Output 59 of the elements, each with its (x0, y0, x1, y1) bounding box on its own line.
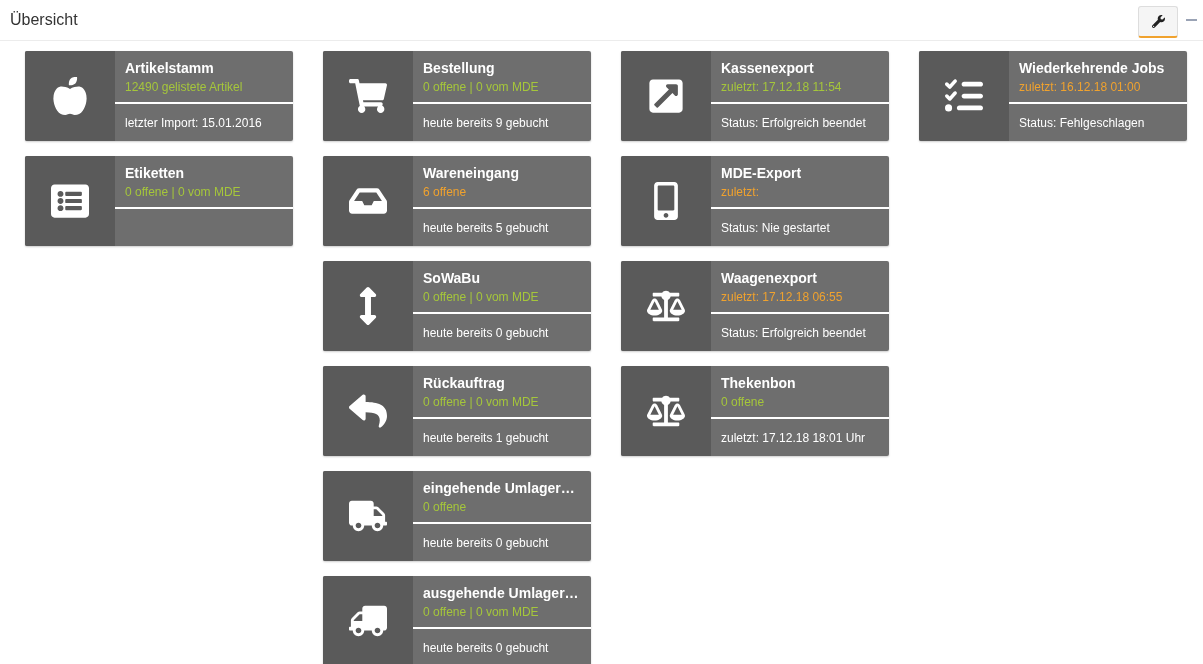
settings-button[interactable] (1138, 6, 1178, 38)
list-icon (51, 182, 89, 220)
tile-footer-text: Status: Erfolgreich beendet (721, 324, 866, 342)
tile[interactable]: Wiederkehrende Jobs zuletzt: 16.12.18 01:00 Status: Fehlgeschlagen (919, 51, 1187, 141)
tile-title: Rückauftrag (423, 374, 506, 393)
tile-status: 0 offene | 0 vom MDE (423, 79, 540, 96)
tile[interactable]: Kassenexport zuletzt: 17.12.18 11:54 Status: Erfolgreich beendet (621, 51, 889, 141)
tile-footer-text: heute bereits 0 gebucht (423, 639, 549, 657)
tile-status: zuletzt: 16.12.18 01:00 (1019, 79, 1142, 96)
tile-title: Wiederkehrende Jobs (1019, 59, 1166, 78)
tile-status: 0 offene | 0 vom MDE (423, 394, 540, 411)
tile-title: ausgehende Umlager… (423, 584, 580, 603)
tile-title: Etiketten (125, 164, 186, 183)
tile-title: Waagenexport (721, 269, 818, 288)
tile-title: Kassenexport (721, 59, 815, 78)
tile-footer-text: zuletzt: 17.12.18 18:01 Uhr (721, 429, 866, 447)
tile-status: 0 offene (423, 499, 468, 516)
tile-status: 0 offene | 0 vom MDE (423, 604, 540, 621)
wrench-icon (1151, 15, 1165, 28)
tile-title: Wareneingang (423, 164, 520, 183)
tile[interactable]: Rückauftrag 0 offene | 0 vom MDE heute bereits 1 gebucht (323, 366, 591, 456)
tile[interactable]: SoWaBu 0 offene | 0 vom MDE heute bereits 0 gebucht (323, 261, 591, 351)
cart-icon (349, 77, 387, 115)
tile[interactable]: Etiketten 0 offene | 0 vom MDE (25, 156, 293, 246)
tile-status: zuletzt: 17.12.18 06:55 (721, 289, 844, 306)
tile[interactable]: eingehende Umlager… 0 offene heute bereits 0 gebucht (323, 471, 591, 561)
tile[interactable]: ausgehende Umlager… 0 offene | 0 vom MDE heute bereits 0 gebucht (323, 576, 591, 664)
tile-footer-text: letzter Import: 15.01.2016 (125, 114, 262, 132)
tile[interactable]: MDE-Export zuletzt: Status: Nie gestartet (621, 156, 889, 246)
tile-footer-text: Status: Nie gestartet (721, 219, 830, 237)
tile[interactable]: Waagenexport zuletzt: 17.12.18 06:55 Status: Erfolgreich beendet (621, 261, 889, 351)
tile-footer-text: heute bereits 0 gebucht (423, 534, 549, 552)
tile-footer-text: heute bereits 9 gebucht (423, 114, 549, 132)
external-link-icon (647, 77, 685, 115)
tile-footer-text: heute bereits 0 gebucht (423, 324, 549, 342)
tile-footer-text: Status: Fehlgeschlagen (1019, 114, 1145, 132)
tile-footer-text: Status: Erfolgreich beendet (721, 114, 866, 132)
tile-footer-text: heute bereits 5 gebucht (423, 219, 549, 237)
tile-footer-text: heute bereits 1 gebucht (423, 429, 549, 447)
tile-status: zuletzt: (721, 184, 760, 201)
tile-status: 0 offene | 0 vom MDE (423, 289, 540, 306)
tile-status: 6 offene (423, 184, 468, 201)
tile-title: Thekenbon (721, 374, 797, 393)
tile-title: eingehende Umlager… (423, 479, 576, 498)
tile[interactable]: Thekenbon 0 offene zuletzt: 17.12.18 18:01 Uhr (621, 366, 889, 456)
tile-title: MDE-Export (721, 164, 803, 183)
tile[interactable]: Artikelstamm 12490 gelistete Artikel letzter Import: 15.01.2016 (25, 51, 293, 141)
tile-title: Bestellung (423, 59, 496, 78)
reply-arrow-icon (349, 392, 387, 430)
tile-status: zuletzt: 17.12.18 11:54 (721, 79, 843, 96)
tile[interactable]: Wareneingang 6 offene heute bereits 5 gebucht (323, 156, 591, 246)
tile[interactable]: Bestellung 0 offene | 0 vom MDE heute bereits 9 gebucht (323, 51, 591, 141)
tile-title: SoWaBu (423, 269, 482, 288)
tile-status: 0 offene | 0 vom MDE (125, 184, 242, 201)
tile-status: 0 offene (721, 394, 766, 411)
page-title: Übersicht (10, 10, 78, 30)
tile-status: 12490 gelistete Artikel (125, 79, 244, 96)
tile-title: Artikelstamm (125, 59, 215, 78)
apple-icon (51, 77, 89, 115)
